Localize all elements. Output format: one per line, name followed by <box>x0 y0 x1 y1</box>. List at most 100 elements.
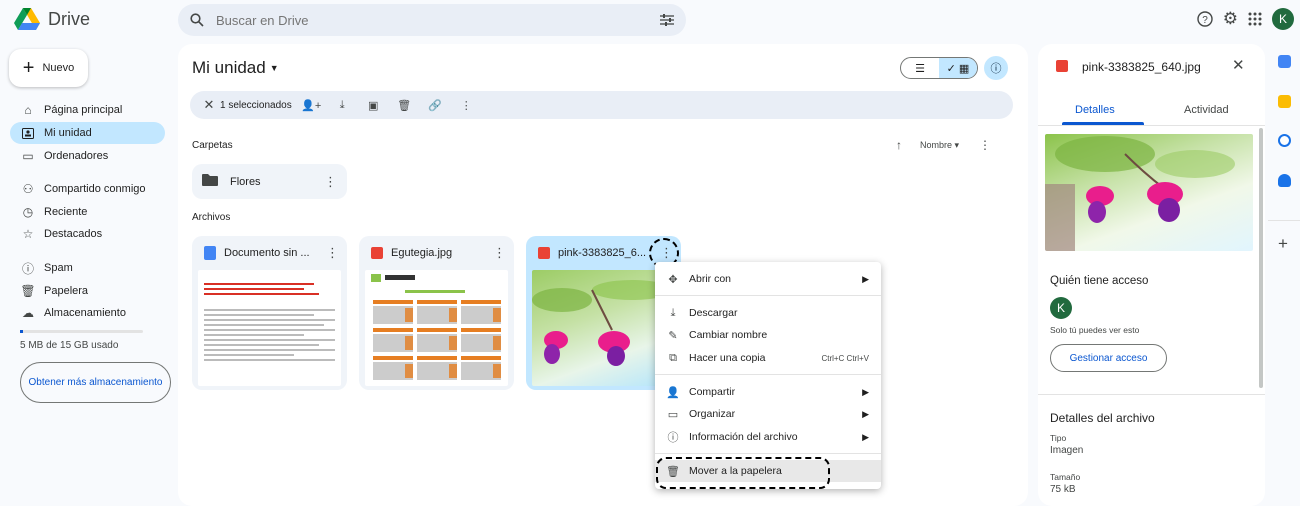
selection-count: 1 seleccionados <box>220 99 292 111</box>
close-selection-icon[interactable]: ✕ <box>198 97 220 113</box>
size-label: Tamaño <box>1050 472 1081 482</box>
tab-details[interactable]: Detalles <box>1075 104 1115 116</box>
copy-icon: ⧉ <box>669 351 677 364</box>
folder-card[interactable]: Flores ⋮ <box>192 164 347 199</box>
keep-icon[interactable] <box>1278 95 1291 108</box>
details-file-title: pink-3383825_640.jpg <box>1082 60 1201 74</box>
more-vert-icon[interactable]: ⋮ <box>324 174 337 190</box>
storage-bar <box>20 330 143 333</box>
search-options-icon[interactable] <box>660 14 674 26</box>
sidebar-item-computers[interactable]: ▭ Ordenadores <box>10 145 165 167</box>
my-drive-icon <box>18 127 38 139</box>
more-vert-icon[interactable]: ⋮ <box>326 245 339 261</box>
rail-divider <box>1268 220 1300 221</box>
menu-item-share[interactable]: 👤 Compartir ▶ <box>655 381 881 403</box>
document-icon <box>204 246 216 260</box>
sidebar-item-storage[interactable]: ☁ Almacenamiento <box>10 302 165 324</box>
sidebar-item-label: Ordenadores <box>44 150 109 162</box>
move-folder-icon[interactable]: ▣ <box>358 99 389 112</box>
storage-fill <box>20 330 23 333</box>
folder-open-icon: ▭ <box>667 408 679 421</box>
file-card[interactable]: Egutegia.jpg ⋮ <box>359 236 514 390</box>
download-icon: ⤓ <box>670 306 676 319</box>
file-name: Egutegia.jpg <box>391 247 453 259</box>
menu-item-make-copy[interactable]: ⧉ Hacer una copia Ctrl+C Ctrl+V <box>655 347 881 369</box>
sidebar-item-label: Mi unidad <box>44 127 92 139</box>
more-vert-icon[interactable]: ⋮ <box>451 99 482 112</box>
file-name: pink-3383825_6... <box>558 247 647 259</box>
tab-activity[interactable]: Actividad <box>1184 104 1229 116</box>
submenu-arrow-icon: ▶ <box>862 386 869 397</box>
tasks-icon[interactable] <box>1278 134 1291 147</box>
side-apps-rail: + <box>1268 44 1300 506</box>
search-icon[interactable] <box>190 13 204 27</box>
page-title[interactable]: Mi unidad ▼ <box>192 58 279 78</box>
search-input[interactable] <box>216 12 660 28</box>
get-more-storage-button[interactable]: Obtener más almacenamiento <box>20 362 171 403</box>
context-menu: ✥ Abrir con ▶ ⤓ Descargar ✎ Cambiar nomb… <box>655 262 881 489</box>
apps-grid-icon[interactable] <box>1248 12 1262 26</box>
menu-item-organize[interactable]: ▭ Organizar ▶ <box>655 403 881 425</box>
spam-icon: ⓘ <box>21 261 34 276</box>
file-details-heading: Detalles del archivo <box>1050 411 1155 425</box>
menu-item-open-with[interactable]: ✥ Abrir con ▶ <box>655 268 881 290</box>
sidebar-item-home[interactable]: ⌂ Página principal <box>10 99 165 121</box>
list-view-icon[interactable]: ☰ <box>901 58 939 78</box>
manage-access-button[interactable]: Gestionar acceso <box>1050 344 1167 372</box>
menu-item-file-info[interactable]: ⓘ Información del archivo ▶ <box>655 426 881 448</box>
menu-item-label: Información del archivo <box>689 431 798 443</box>
sidebar-item-recent[interactable]: ◷ Reciente <box>10 201 165 223</box>
close-icon[interactable]: ✕ <box>1232 56 1245 74</box>
calendar-image-thumbnail <box>365 270 508 386</box>
menu-item-label: Abrir con <box>689 273 732 285</box>
sort-direction-arrow-up-icon[interactable]: ↑ <box>896 138 902 152</box>
sidebar: + Nuevo ⌂ Página principal Mi unidad ▭ O… <box>0 46 178 506</box>
menu-item-rename[interactable]: ✎ Cambiar nombre <box>655 324 881 346</box>
sidebar-item-my-drive[interactable]: Mi unidad <box>10 122 165 144</box>
sidebar-item-label: Compartido conmigo <box>44 183 146 195</box>
more-vert-icon[interactable]: ⋮ <box>979 138 991 152</box>
owner-avatar: K <box>1050 297 1072 319</box>
user-avatar[interactable]: K <box>1272 8 1294 30</box>
contacts-icon[interactable] <box>1278 174 1291 187</box>
settings-gear-icon[interactable]: ⚙ <box>1223 9 1238 29</box>
image-preview <box>1045 134 1253 251</box>
calendar-icon[interactable] <box>1278 55 1291 68</box>
info-icon[interactable]: ⓘ <box>984 56 1008 80</box>
folder-icon <box>202 174 218 189</box>
search-bar[interactable] <box>178 4 686 36</box>
grid-view-icon[interactable]: ✓ ▦ <box>939 58 977 78</box>
scrollbar[interactable] <box>1259 128 1263 388</box>
help-icon[interactable]: ? <box>1197 11 1213 27</box>
share-person-add-icon[interactable]: 👤+ <box>296 99 327 112</box>
link-icon[interactable]: 🔗 <box>420 99 451 112</box>
image-file-icon <box>1056 60 1068 72</box>
sidebar-item-shared[interactable]: ⚇ Compartido conmigo <box>10 178 165 200</box>
page-title-text: Mi unidad <box>192 58 266 77</box>
more-vert-icon[interactable]: ⋮ <box>493 245 506 261</box>
plus-icon: + <box>22 57 35 79</box>
computer-icon: ▭ <box>22 149 34 163</box>
download-icon[interactable]: ⤓ <box>327 99 358 112</box>
menu-item-label: Descargar <box>689 307 738 319</box>
share-person-add-icon: 👤 <box>666 386 680 399</box>
new-button-label: Nuevo <box>42 62 75 74</box>
sort-by-name[interactable]: Nombre ▾ <box>920 140 959 151</box>
add-plus-icon[interactable]: + <box>1278 234 1288 254</box>
new-button[interactable]: + Nuevo <box>9 49 88 87</box>
shortcut-hint: Ctrl+C Ctrl+V <box>821 353 869 363</box>
submenu-arrow-icon: ▶ <box>862 273 869 284</box>
sidebar-item-trash[interactable]: 🗑 Papelera <box>10 280 165 302</box>
sidebar-item-label: Papelera <box>44 285 89 297</box>
delete-icon[interactable]: 🗑 <box>389 99 420 112</box>
document-thumbnail <box>198 270 341 386</box>
drive-logo[interactable]: Drive <box>14 8 90 30</box>
trash-icon: 🗑 <box>20 284 36 298</box>
sidebar-item-spam[interactable]: ⓘ Spam <box>10 257 165 279</box>
sidebar-item-starred[interactable]: ☆ Destacados <box>10 223 165 245</box>
menu-divider <box>655 453 881 454</box>
clock-icon: ◷ <box>22 205 34 219</box>
sort-controls: ↑ Nombre ▾ ⋮ <box>896 138 991 152</box>
menu-item-download[interactable]: ⤓ Descargar <box>655 302 881 324</box>
file-card[interactable]: Documento sin ... ⋮ <box>192 236 347 390</box>
